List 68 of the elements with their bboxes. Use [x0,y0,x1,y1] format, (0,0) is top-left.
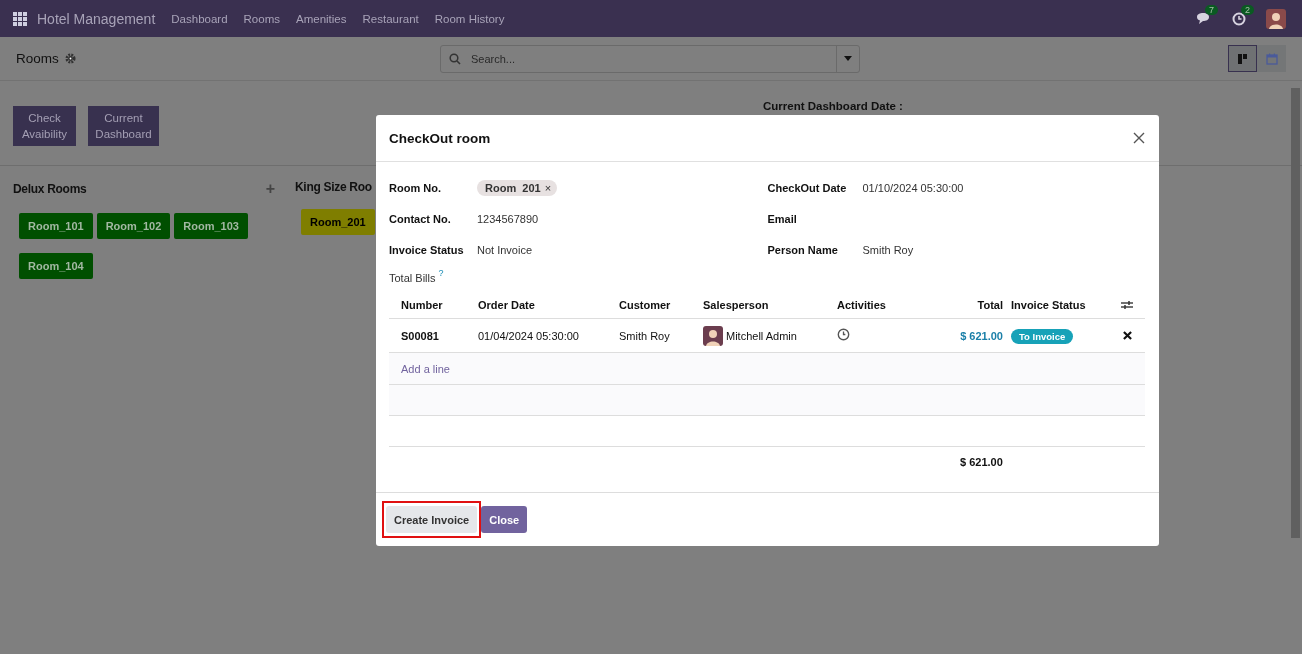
field-label: Total Bills [389,272,436,284]
column-header[interactable]: Number [389,298,478,311]
delete-icon[interactable] [1122,331,1132,340]
field-label: Person Name [767,243,839,256]
chat-icon[interactable] [1196,11,1212,26]
menu-item[interactable]: Restaurant [362,12,419,25]
group-title: Delux Rooms [13,182,87,196]
create-invoice-button[interactable]: Create Invoice [386,506,478,533]
table-cell-text: $ 621.00 [959,329,1004,342]
group-title: King Size Roo [295,180,372,194]
app-name[interactable]: Hotel Management [37,10,156,27]
avatar-icon [703,325,723,346]
room-button[interactable]: Room_101 [19,213,93,239]
field-value: Not Invoice [477,243,533,256]
total-sum: $ 621.00 [960,456,1003,468]
column-header[interactable]: Order Date [478,298,619,311]
scrollbar[interactable] [1291,88,1300,538]
field-label: Room No. [389,181,442,194]
column-header[interactable]: Total [917,298,1011,311]
search-input[interactable]: Search... [469,51,828,66]
field-value: 1234567890 [477,212,539,225]
remove-tag-button[interactable]: × [544,181,552,194]
close-button[interactable]: Close [481,506,528,533]
action-button[interactable]: Current Dashboard [88,106,159,146]
help-tooltip[interactable]: ? [438,268,444,278]
status-badge: To Invoice [1011,328,1074,344]
room-button[interactable]: Room_103 [174,213,248,239]
column-header[interactable]: Customer [619,298,703,311]
clock-icon[interactable] [837,328,850,341]
page-title: Rooms [16,51,59,66]
room-button[interactable]: Room_104 [19,253,93,279]
field-label: Contact No. [389,212,452,225]
field-value: 01/10/2024 05:30:00 [862,181,964,194]
kanban-view-button[interactable] [1228,45,1257,72]
column-header[interactable]: Activities [837,298,917,311]
dialog-title: CheckOut room [389,130,491,146]
search-icon [449,52,461,65]
dashboard-date-label: Current Dashboard Date : [763,100,903,113]
room-tag: Room 201 × [477,179,558,196]
menu-item[interactable]: Dashboard [171,12,228,25]
column-header[interactable]: Invoice Status [1011,298,1109,311]
count-badge: 2 [1241,4,1254,15]
sliders-icon[interactable] [1121,299,1133,310]
table-cell-text: Smith Roy [619,329,671,342]
close-icon[interactable] [1133,132,1145,144]
caret-icon [844,56,852,61]
field-value: Smith Roy [862,243,914,256]
field-label: CheckOut Date [767,181,848,194]
menu-item[interactable]: Room History [434,12,505,25]
kanban-icon [1236,52,1249,65]
add-line-link[interactable]: Add a line [401,362,450,375]
menu-item[interactable]: Amenities [296,12,347,25]
room-button[interactable]: Room_102 [96,213,171,239]
field-label: Email [767,212,798,225]
field-label: Invoice Status [389,243,465,256]
action-button[interactable]: Check Avaibility [13,106,76,146]
column-header[interactable]: Salesperson [703,298,837,311]
calendar-icon [1265,52,1278,65]
count-badge: 7 [1205,4,1218,15]
room-button[interactable]: Room_201 [301,209,375,235]
table-cell-text: 01/04/2024 05:30:00 [478,329,580,342]
settings-icon[interactable] [64,53,76,64]
apps-grid-icon[interactable] [13,11,27,26]
search-bar[interactable]: Search... [440,44,860,73]
table-cell-text: S00081 [400,329,440,342]
menu-item[interactable]: Rooms [243,12,280,25]
user-avatar-icon[interactable] [1266,8,1286,29]
salesperson-name: Mitchell Admin [726,329,797,342]
